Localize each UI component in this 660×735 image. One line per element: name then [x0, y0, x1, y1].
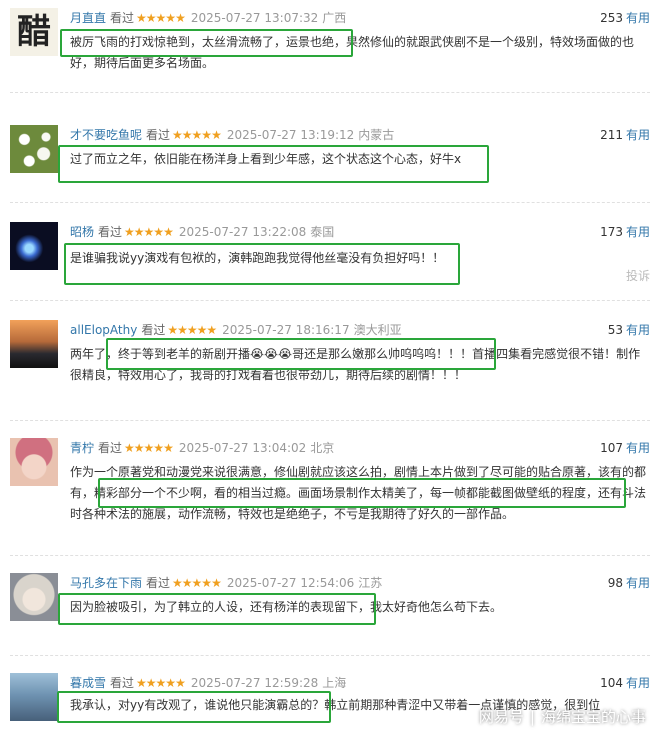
review-location: 广西 [322, 11, 347, 25]
watch-status: 看过 [98, 441, 123, 455]
useful-votes[interactable]: 53 有用 [608, 320, 650, 340]
divider [10, 555, 650, 556]
rating-stars: ★★★★★ [136, 676, 186, 690]
avatar[interactable] [10, 125, 58, 173]
review-location: 内蒙古 [358, 128, 395, 142]
username-link[interactable]: allElopAthy [70, 323, 137, 337]
username-link[interactable]: 才不要吃鱼呢 [70, 128, 142, 142]
watch-status: 看过 [146, 576, 171, 590]
username-link[interactable]: 暮成雪 [70, 676, 106, 690]
review-meta: 昭杨 看过 ★★★★★ 2025-07-27 13:22:08 泰国 [70, 222, 334, 242]
useful-votes[interactable]: 104 有用 [600, 673, 650, 693]
rating-stars: ★★★★★ [124, 441, 174, 455]
report-link[interactable]: 投诉 [626, 267, 650, 284]
username-link[interactable]: 昭杨 [70, 225, 94, 239]
watch-status: 看过 [110, 676, 135, 690]
review-meta: allElopAthy 看过 ★★★★★ 2025-07-27 18:16:17 澳大利… [70, 320, 402, 340]
review-time: 2025-07-27 12:59:28 [190, 676, 319, 690]
review-text: 作为一个原著党和动漫党来说很满意，修仙剧就应该这么拍，剧情上本片做到了尽可能的贴… [70, 465, 647, 521]
vote-count: 211 [600, 128, 623, 142]
review-location: 泰国 [310, 225, 335, 239]
useful-votes[interactable]: 98 有用 [608, 573, 650, 593]
rating-stars: ★★★★★ [172, 128, 222, 142]
watermark-author: 海绵宝宝的心事 [540, 708, 646, 726]
review-text: 被厉飞雨的打戏惊艳到，太丝滑流畅了，运景也绝，果然修仙的就跟武侠剧不是一个级别，… [70, 35, 635, 70]
watermark-source: 网易号 [478, 708, 524, 726]
vote-count: 98 [607, 576, 623, 590]
watch-status: 看过 [110, 11, 135, 25]
review-meta: 马孔多在下雨 看过 ★★★★★ 2025-07-27 12:54:06 江苏 [70, 573, 382, 593]
divider [10, 655, 650, 656]
review-text: 因为脸被吸引，为了韩立的人设，还有杨洋的表现留下，我太好奇他怎么苟下去。 [70, 600, 503, 614]
avatar[interactable] [10, 438, 58, 486]
useful-label[interactable]: 有用 [626, 225, 650, 239]
useful-label[interactable]: 有用 [626, 576, 650, 590]
review-time: 2025-07-27 13:04:02 [178, 441, 307, 455]
vote-count: 53 [607, 323, 623, 337]
review-location: 江苏 [358, 576, 383, 590]
useful-label[interactable]: 有用 [626, 676, 650, 690]
avatar[interactable] [10, 320, 58, 368]
divider [10, 202, 650, 203]
vote-count: 253 [600, 11, 623, 25]
review-text: 是谁骗我说yy演戏有包袱的，演韩跑跑我觉得他丝毫没有负担好吗！！ [70, 251, 445, 265]
rating-stars: ★★★★★ [172, 576, 222, 590]
review-time: 2025-07-27 13:22:08 [178, 225, 307, 239]
review-meta: 暮成雪 看过 ★★★★★ 2025-07-27 12:59:28 上海 [70, 673, 346, 693]
watch-status: 看过 [146, 128, 171, 142]
review-location: 澳大利亚 [353, 323, 402, 337]
useful-votes[interactable]: 211 有用 [600, 125, 650, 145]
review-time: 2025-07-27 13:07:32 [190, 11, 319, 25]
useful-votes[interactable]: 107 有用 [600, 438, 650, 458]
divider [10, 420, 650, 421]
divider [10, 92, 650, 93]
username-link[interactable]: 青柠 [70, 441, 94, 455]
review-time: 2025-07-27 18:16:17 [222, 323, 350, 337]
useful-label[interactable]: 有用 [626, 323, 650, 337]
review-meta: 青柠 看过 ★★★★★ 2025-07-27 13:04:02 北京 [70, 438, 334, 458]
avatar-calligraphy: 醋 [17, 12, 51, 52]
review-time: 2025-07-27 12:54:06 [226, 576, 355, 590]
vote-count: 107 [600, 441, 623, 455]
review-meta: 月直直 看过 ★★★★★ 2025-07-27 13:07:32 广西 [70, 8, 346, 28]
vote-count: 104 [600, 676, 623, 690]
watch-status: 看过 [141, 323, 166, 337]
avatar[interactable]: 醋 [10, 8, 58, 56]
useful-label[interactable]: 有用 [626, 11, 650, 25]
username-link[interactable]: 月直直 [70, 11, 106, 25]
rating-stars: ★★★★★ [167, 323, 217, 337]
review-meta: 才不要吃鱼呢 看过 ★★★★★ 2025-07-27 13:19:12 内蒙古 [70, 125, 394, 145]
username-link[interactable]: 马孔多在下雨 [70, 576, 142, 590]
watermark: 网易号 | 海绵宝宝的心事 [479, 706, 646, 727]
rating-stars: ★★★★★ [124, 225, 174, 239]
useful-label[interactable]: 有用 [626, 441, 650, 455]
vote-count: 173 [600, 225, 623, 239]
review-text: 两年了，终于等到老羊的新剧开播😭😭😭哥还是那么嫩那么帅呜呜呜！！！首播四集看完感… [70, 347, 641, 382]
avatar[interactable] [10, 222, 58, 270]
review-text: 过了而立之年，依旧能在杨洋身上看到少年感，这个状态这个心态，好牛x [70, 152, 462, 166]
rating-stars: ★★★★★ [136, 11, 186, 25]
avatar[interactable] [10, 673, 58, 721]
review-location: 北京 [310, 441, 335, 455]
useful-votes[interactable]: 173 有用 [600, 222, 650, 242]
useful-label[interactable]: 有用 [626, 128, 650, 142]
watch-status: 看过 [98, 225, 123, 239]
avatar[interactable] [10, 573, 58, 621]
review-location: 上海 [322, 676, 347, 690]
divider [10, 300, 650, 301]
useful-votes[interactable]: 253 有用 [600, 8, 650, 28]
watermark-separator: | [529, 708, 535, 726]
review-time: 2025-07-27 13:19:12 [226, 128, 355, 142]
